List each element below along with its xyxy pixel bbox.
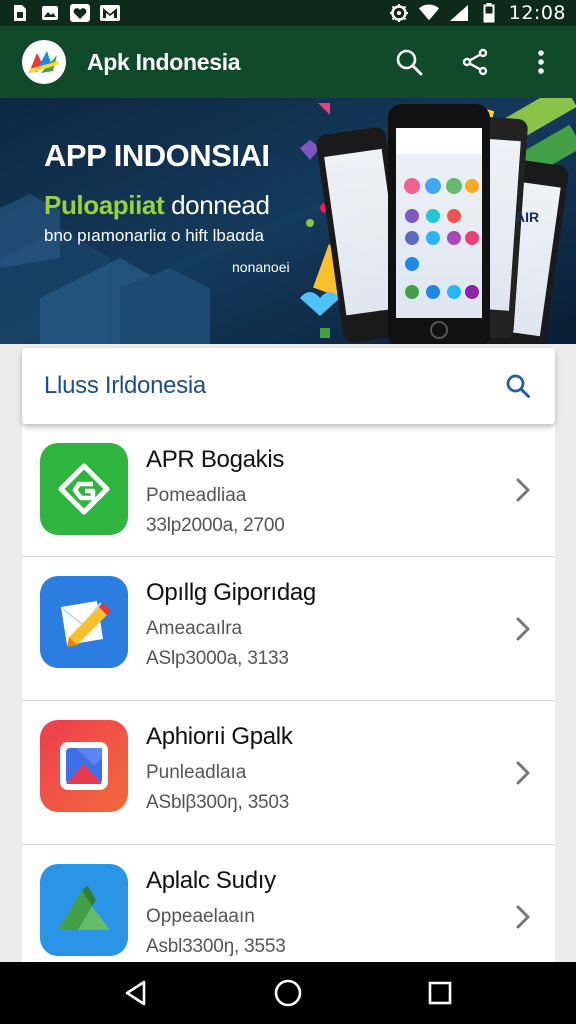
status-left-icons <box>10 4 120 22</box>
photo-frame-icon <box>40 720 128 812</box>
app-name: Opıllg Giporıdag <box>146 579 316 606</box>
list-item[interactable]: Opıllg Giporıdag Ameacaılra ASlp3000a, 3… <box>22 557 555 701</box>
status-right-icons: 12:08 <box>389 2 566 24</box>
banner-subtitle-white: donnead <box>171 190 270 220</box>
promo-banner[interactable]: AIR APP INDONSIAI Puloapiiat donnead bno… <box>0 98 576 344</box>
app-meta: ASlp3000a, 3133 <box>146 648 289 669</box>
app-title: Apk Indonesia <box>87 48 241 75</box>
back-button[interactable] <box>116 973 156 1013</box>
search-icon <box>506 374 530 398</box>
banner-subtitle: Puloapiiat donnead <box>44 190 270 221</box>
search-card-button[interactable] <box>503 371 533 401</box>
home-button[interactable] <box>268 973 308 1013</box>
share-button[interactable] <box>460 47 490 77</box>
app-actions <box>394 47 560 77</box>
more-options-button[interactable] <box>526 47 556 77</box>
item-text: APR Bogakis Pomeadliaa 33lp2000a, 2700 <box>146 446 285 537</box>
chevron-right-icon <box>513 758 533 788</box>
sim-card-icon <box>10 4 30 22</box>
app-category: Ameacaılra <box>146 618 243 639</box>
chevron-right-icon <box>513 475 533 505</box>
g-arrow-icon <box>40 443 128 535</box>
banner-tag: nonanoei <box>232 259 290 275</box>
search-card-title: Lluss Irldonesia <box>44 372 206 399</box>
app-category: Punleadlaıa <box>146 762 247 783</box>
image-icon <box>40 4 60 22</box>
list-item[interactable]: Aplalc Sudıy Oppeaelaaın Asbl3300ŋ, 3553 <box>22 845 555 962</box>
heart-icon <box>70 4 90 22</box>
recents-icon <box>428 981 452 1005</box>
wifi-icon <box>418 4 439 22</box>
app-list: APR Bogakis Pomeadliaa 33lp2000a, 2700 O… <box>22 424 555 962</box>
app-name: APR Bogakis <box>146 446 285 473</box>
more-vert-icon <box>538 50 544 74</box>
home-icon <box>274 979 302 1007</box>
share-icon <box>462 48 488 76</box>
list-item[interactable]: APR Bogakis Pomeadliaa 33lp2000a, 2700 <box>22 424 555 557</box>
banner-description: bno pıamonarliα o hift lbaαda <box>44 226 265 245</box>
app-category: Oppeaelaaın <box>146 906 255 927</box>
item-text: Aphiorıi Gpalk Punleadlaıa ASblβ300ŋ, 35… <box>146 723 293 814</box>
app-meta: 33lp2000a, 2700 <box>146 515 285 536</box>
search-card[interactable]: Lluss Irldonesia <box>22 348 555 424</box>
recents-button[interactable] <box>420 973 460 1013</box>
app-meta: Asbl3300ŋ, 3553 <box>146 936 286 957</box>
apk-indonesia-logo-icon <box>22 40 66 84</box>
item-text: Opıllg Giporıdag Ameacaılra ASlp3000a, 3… <box>146 579 316 670</box>
svg-text:AIR: AIR <box>515 209 539 225</box>
chevron-right-icon <box>513 902 533 932</box>
search-icon <box>396 49 423 76</box>
list-item[interactable]: Aphiorıi Gpalk Punleadlaıa ASblβ300ŋ, 35… <box>22 701 555 845</box>
status-bar: 12:08 <box>0 0 576 26</box>
search-button[interactable] <box>394 47 424 77</box>
battery-icon <box>479 3 499 23</box>
paper-pencil-icon <box>40 576 128 668</box>
banner-title: APP INDONSIAI <box>44 138 270 173</box>
app-category: Pomeadliaa <box>146 485 247 506</box>
green-a-icon <box>40 864 128 956</box>
navigation-bar <box>0 962 576 1024</box>
alarm-icon <box>389 4 409 22</box>
item-text: Aplalc Sudıy Oppeaelaaın Asbl3300ŋ, 3553 <box>146 867 286 958</box>
app-meta: ASblβ300ŋ, 3503 <box>146 792 290 813</box>
gmail-icon <box>100 4 120 22</box>
app-bar: Apk Indonesia <box>0 26 576 98</box>
app-name: Aphiorıi Gpalk <box>146 723 293 750</box>
back-icon <box>125 980 146 1006</box>
banner-subtitle-green: Puloapiiat <box>44 190 165 220</box>
app-name: Aplalc Sudıy <box>146 867 276 894</box>
status-time: 12:08 <box>508 2 566 24</box>
chevron-right-icon <box>513 614 533 644</box>
signal-icon <box>449 4 469 22</box>
banner-artwork: AIR <box>0 98 576 344</box>
